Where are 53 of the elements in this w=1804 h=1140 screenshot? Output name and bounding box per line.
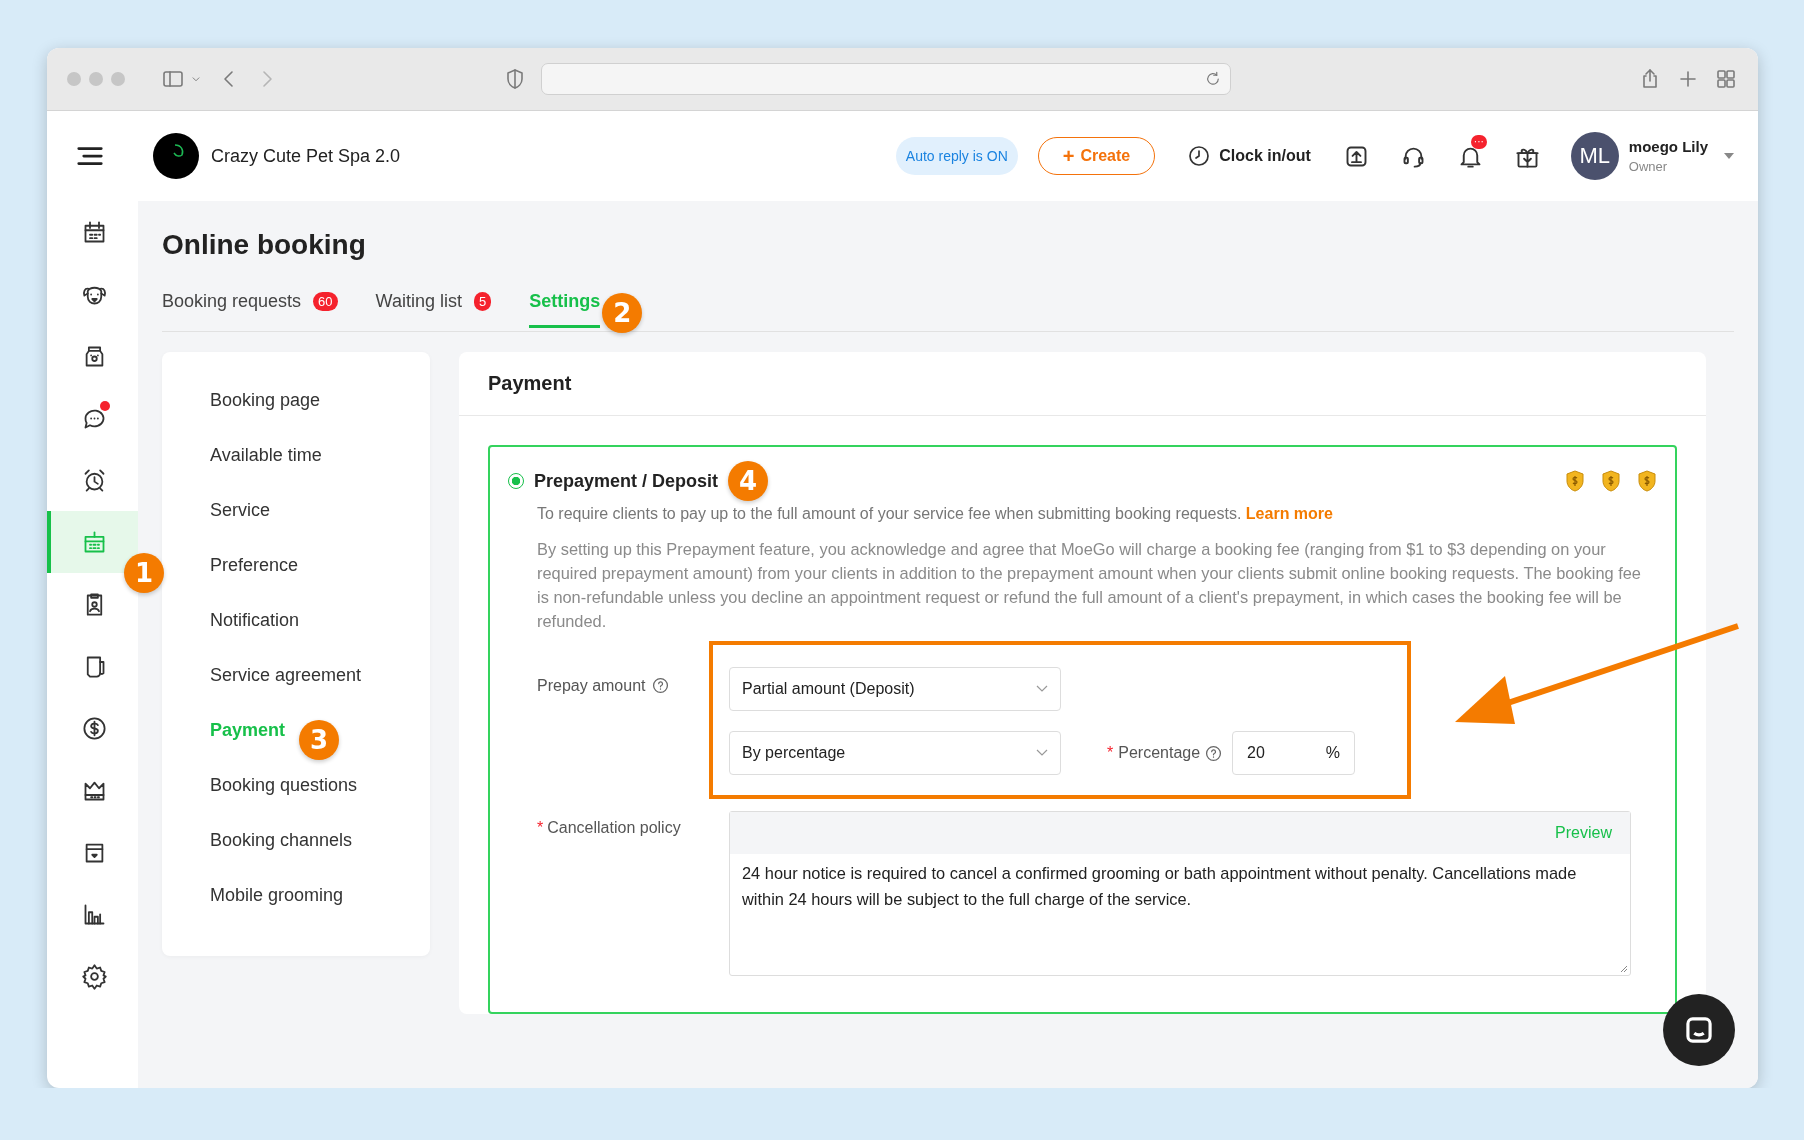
menu-item[interactable]: Booking questions bbox=[210, 775, 358, 796]
help-icon[interactable] bbox=[1205, 744, 1223, 762]
select-field[interactable]: By percentage bbox=[729, 731, 1061, 775]
radio-button[interactable] bbox=[508, 473, 524, 489]
chevron-down-icon bbox=[1036, 685, 1048, 693]
menu-item[interactable]: Available time bbox=[210, 445, 322, 466]
shield-coin-icon bbox=[1565, 470, 1585, 492]
chevron-down-icon bbox=[1036, 749, 1048, 757]
help-icon[interactable] bbox=[651, 677, 669, 694]
count-badge: 60 bbox=[313, 291, 338, 311]
policy-text-area[interactable]: Preview 24 hour notice is required to cancel a confirmed grooming or bath appointment without penalty. Cancellations made within 24 hours will be subject to the full charge of the service. bbox=[729, 811, 1631, 976]
clock-icon bbox=[1187, 144, 1212, 168]
user-avatar[interactable]: ML bbox=[1570, 132, 1619, 180]
page-title: Online booking bbox=[162, 229, 367, 261]
step-number: 4 bbox=[728, 461, 769, 501]
field-label: Cancellation policy bbox=[547, 819, 681, 837]
dollar-icon bbox=[81, 714, 108, 742]
tab[interactable]: Booking requests 60 bbox=[162, 281, 338, 328]
panel-title: Payment bbox=[459, 352, 1706, 416]
notification-badge: ··· bbox=[1470, 134, 1487, 149]
field-label: Prepay amount bbox=[537, 677, 646, 695]
menu-item[interactable]: Preference bbox=[210, 555, 299, 576]
user-role: Owner bbox=[1628, 159, 1669, 174]
field-label: Percentage bbox=[1118, 744, 1201, 762]
required-mark: * bbox=[1107, 744, 1114, 762]
menu-item[interactable]: Service bbox=[210, 500, 271, 521]
percentage-field[interactable]: 20 % bbox=[1232, 731, 1355, 775]
menu-item[interactable]: Notification bbox=[210, 610, 300, 631]
settings-icon bbox=[81, 962, 108, 990]
business-name: Crazy Cute Pet Spa 2.0 bbox=[211, 145, 401, 167]
shield-coin-icon bbox=[1637, 470, 1657, 492]
option-title: Prepayment / Deposit bbox=[534, 470, 719, 492]
resize-handle-icon[interactable] bbox=[1620, 965, 1628, 973]
menu-item[interactable]: Booking channels bbox=[210, 830, 353, 851]
step-number: 2 bbox=[602, 293, 643, 333]
tab[interactable]: Waiting list 5 bbox=[375, 281, 492, 328]
count-badge: 5 bbox=[473, 291, 492, 311]
notice-text: By setting up this Prepayment feature, you acknowledge and agree that MoeGo will charge a booking fee (ranging from $1 to $3 depending on your required prepayment amount) from your clients in addition to the prepayment amount when your clients submit online booking requests. The booking fee is non-refundable unless you decline an appointment request or refund the full amount of a client's prepayment, in which cases the booking fee will be refunded. bbox=[537, 539, 1642, 632]
menu-item[interactable]: Mobile grooming bbox=[210, 885, 344, 906]
step-number: 3 bbox=[299, 720, 340, 760]
menu-item[interactable]: Booking page bbox=[210, 390, 321, 411]
logo-icon bbox=[153, 133, 199, 179]
select-field[interactable]: Partial amount (Deposit) bbox=[729, 667, 1061, 711]
caret-icon[interactable] bbox=[1724, 153, 1734, 159]
user-name: moego Lily bbox=[1628, 138, 1708, 155]
clock-in-out-button[interactable]: Clock in/out bbox=[1187, 144, 1311, 168]
option-description: To require clients to pay up to the full amount of your service fee when submitting booking requests. Learn more bbox=[537, 505, 1334, 523]
required-mark: * bbox=[537, 819, 544, 837]
reload-icon[interactable] bbox=[1204, 70, 1222, 88]
grid-icon[interactable] bbox=[1714, 67, 1738, 91]
policy-text: 24 hour notice is required to cancel a confirmed grooming or bath appointment without penalty. Cancellations made within 24 hours will be subject to the full charge of the service. bbox=[742, 863, 1578, 910]
shield-coin-icon bbox=[1601, 470, 1621, 492]
menu-item[interactable]: Service agreement bbox=[210, 665, 362, 686]
